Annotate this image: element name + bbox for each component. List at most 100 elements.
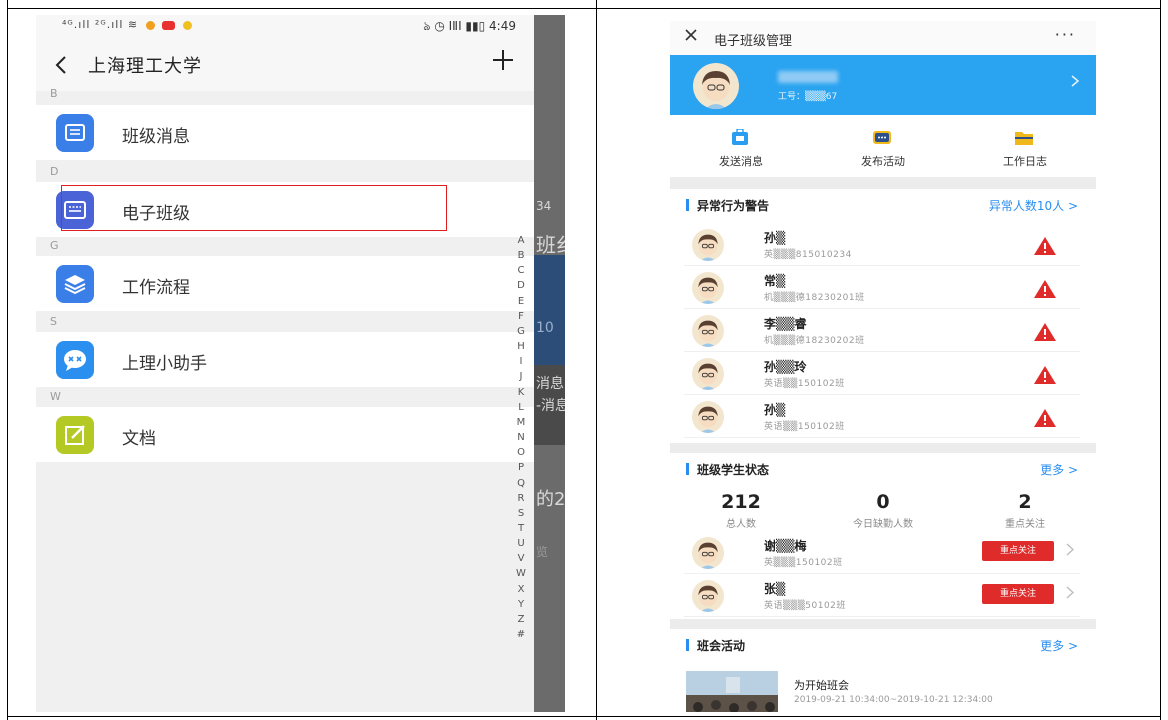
close-icon[interactable]	[684, 27, 698, 47]
profile-card[interactable]: 工号：▒▒▒67	[670, 55, 1096, 115]
az-index-letter[interactable]: J	[514, 369, 528, 384]
az-index-letter[interactable]: H	[514, 339, 528, 354]
blurred-name	[778, 71, 838, 83]
focus-student-row[interactable]: 张▒ 英语▒▒▒50102班 重点关注	[684, 574, 1080, 617]
az-index-letter[interactable]: T	[514, 521, 528, 536]
az-index-letter[interactable]: A	[514, 233, 528, 248]
publish-activity-icon	[870, 129, 894, 147]
list-item-documents[interactable]: 文档	[36, 407, 534, 462]
student-class: 英语▒▒▒50102班	[764, 601, 846, 611]
chevron-right-icon	[1066, 586, 1074, 603]
section-header: 班级学生状态 更多 >	[670, 453, 1096, 485]
stat-label: 今日缺勤人数	[853, 519, 913, 530]
az-index-letter[interactable]: P	[514, 460, 528, 475]
az-index-letter[interactable]: V	[514, 551, 528, 566]
section-letter-g: G	[50, 239, 59, 252]
warning-student-row[interactable]: 孙▒ 英▒▒▒815010234	[684, 223, 1080, 266]
signal-indicators: ⁴ᴳ.ıll ²ᴳ.ıll ≋	[62, 18, 192, 31]
az-index-letter[interactable]: B	[514, 248, 528, 263]
back-arrow-icon[interactable]	[50, 51, 74, 79]
app-bar: 上海理工大学	[36, 39, 534, 91]
section-letter-d: D	[50, 165, 59, 178]
az-index-letter[interactable]: O	[514, 445, 528, 460]
az-index-letter[interactable]: Q	[514, 476, 528, 491]
list-item-assistant[interactable]: 上理小助手	[36, 332, 534, 387]
list-item-workflow[interactable]: 工作流程	[36, 256, 534, 311]
avatar	[692, 272, 724, 304]
az-index-letter[interactable]: #	[514, 627, 528, 642]
az-index-letter[interactable]: X	[514, 582, 528, 597]
activity-title[interactable]: 为开始班会	[794, 677, 849, 693]
avatar	[692, 401, 724, 433]
az-index-letter[interactable]: L	[514, 400, 528, 415]
warning-triangle-icon	[1032, 364, 1058, 386]
table-border-top	[7, 8, 1161, 9]
student-name: 孙▒	[764, 231, 786, 245]
page-title: 电子班级管理	[714, 34, 793, 49]
class-status-section: 班级学生状态 更多 > 212 总人数 0 今日缺勤人数 2 重点关注 谢▒▒梅…	[670, 453, 1096, 619]
activity-thumbnail[interactable]	[686, 671, 778, 712]
more-link[interactable]: 更多 >	[1040, 637, 1078, 654]
warning-triangle-icon	[1032, 235, 1058, 257]
work-log-button[interactable]: 工作日志	[954, 115, 1096, 177]
page-title: 上海理工大学	[88, 56, 202, 77]
focus-tag-button[interactable]: 重点关注	[982, 584, 1054, 604]
send-message-button[interactable]: 发送消息	[670, 115, 812, 177]
az-index-letter[interactable]: K	[514, 385, 528, 400]
add-icon[interactable]	[490, 47, 516, 80]
avatar	[692, 580, 724, 612]
more-options-icon[interactable]: ···	[1055, 25, 1076, 44]
az-index-letter[interactable]: D	[514, 278, 528, 293]
left-phone-screenshot: 34 班纟 10 消息 -消息 的20 览 ⁴ᴳ.ıll ²ᴳ.ıll ≋ ঌ …	[36, 15, 565, 712]
az-index-letter[interactable]: E	[514, 294, 528, 309]
avatar	[692, 358, 724, 390]
az-index-letter[interactable]: N	[514, 430, 528, 445]
avatar	[693, 63, 739, 109]
focus-tag-button[interactable]: 重点关注	[982, 541, 1054, 561]
alphabet-index-bar[interactable]: A B C D E F G H I J K L M N O P Q R S T U V W X Y Z #	[514, 233, 528, 642]
warning-student-row[interactable]: 常▒ 机▒▒▒德18230201班	[684, 266, 1080, 309]
az-index-letter[interactable]: S	[514, 506, 528, 521]
list-item-class-message[interactable]: 班级消息	[36, 105, 534, 160]
avatar	[692, 537, 724, 569]
az-index-letter[interactable]: W	[514, 566, 528, 581]
section-accent-bar	[686, 463, 689, 475]
stat-value: 212	[721, 491, 761, 513]
list-item-label: 班级消息	[122, 127, 190, 147]
chevron-right-icon	[1066, 543, 1074, 560]
background-blue-band	[534, 255, 565, 365]
az-index-letter[interactable]: R	[514, 491, 528, 506]
avatar	[692, 229, 724, 261]
signal-icon: ⁴ᴳ.ıll ²ᴳ.ıll ≋	[62, 18, 139, 31]
stat-absent: 0 今日缺勤人数	[812, 491, 954, 530]
student-name: 李▒▒睿	[764, 317, 807, 331]
more-link[interactable]: 更多 >	[1040, 461, 1078, 478]
stat-label: 重点关注	[1005, 519, 1045, 530]
az-index-letter[interactable]: U	[514, 536, 528, 551]
section-header: 异常行为警告 异常人数10人 >	[670, 189, 1096, 221]
app-notify-icon	[182, 20, 192, 30]
warning-triangle-icon	[1032, 278, 1058, 300]
az-index-letter[interactable]: I	[514, 354, 528, 369]
warning-student-row[interactable]: 李▒▒睿 机▒▒▒德18230202班	[684, 309, 1080, 352]
az-index-letter[interactable]: Z	[514, 612, 528, 627]
az-index-letter[interactable]: G	[514, 324, 528, 339]
warning-student-row[interactable]: 孙▒▒玲 英语▒▒150102班	[684, 352, 1080, 395]
section-header: 班会活动 更多 >	[670, 629, 1096, 661]
section-letter-w: W	[50, 390, 61, 403]
class-meeting-section: 班会活动 更多 > 为开始班会 2019-09-21 10:34:00~2019…	[670, 629, 1096, 712]
student-name: 孙▒▒玲	[764, 360, 807, 374]
quick-action-label: 发布活动	[861, 155, 905, 168]
warning-triangle-icon	[1032, 321, 1058, 343]
section-title: 班会活动	[697, 639, 746, 653]
az-index-letter[interactable]: F	[514, 309, 528, 324]
focus-student-row[interactable]: 谢▒▒梅 英▒▒▒150102班 重点关注	[684, 531, 1080, 574]
warning-student-row[interactable]: 孙▒ 英语▒▒150102班	[684, 395, 1080, 438]
stat-value: 2	[1018, 491, 1032, 513]
az-index-letter[interactable]: Y	[514, 597, 528, 612]
list-item-label: 工作流程	[122, 278, 190, 298]
abnormal-count-link[interactable]: 异常人数10人 >	[989, 197, 1078, 214]
az-index-letter[interactable]: C	[514, 263, 528, 278]
publish-activity-button[interactable]: 发布活动	[812, 115, 954, 177]
az-index-letter[interactable]: M	[514, 415, 528, 430]
